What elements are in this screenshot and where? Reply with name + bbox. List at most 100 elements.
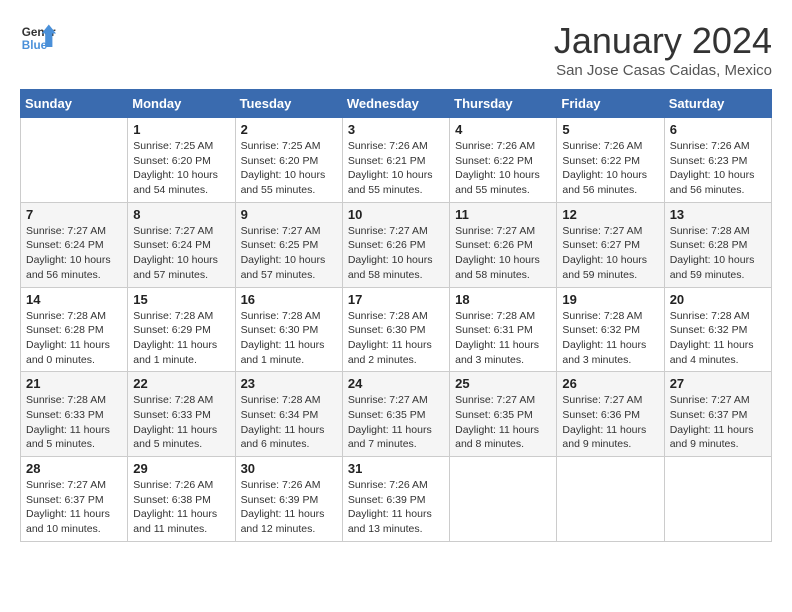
day-number: 8	[133, 207, 229, 222]
day-info: Sunrise: 7:28 AMSunset: 6:34 PMDaylight:…	[241, 393, 337, 452]
calendar-cell: 27Sunrise: 7:27 AMSunset: 6:37 PMDayligh…	[664, 372, 771, 457]
calendar-cell: 2 Sunrise: 7:25 AMSunset: 6:20 PMDaylight…	[235, 118, 342, 203]
day-info: Sunrise: 7:27 AMSunset: 6:37 PMDaylight:…	[670, 393, 766, 452]
svg-text:Blue: Blue	[22, 39, 48, 52]
day-info: Sunrise: 7:28 AMSunset: 6:33 PMDaylight:…	[133, 393, 229, 452]
logo-icon: General Blue	[20, 20, 56, 56]
day-number: 20	[670, 292, 766, 307]
calendar-cell: 9 Sunrise: 7:27 AMSunset: 6:25 PMDaylight…	[235, 202, 342, 287]
day-info: Sunrise: 7:26 AMSunset: 6:23 PMDaylight:…	[670, 139, 766, 198]
calendar-cell: 17 Sunrise: 7:28 AMSunset: 6:30 PMDayligh…	[342, 287, 449, 372]
day-number: 6	[670, 122, 766, 137]
day-info: Sunrise: 7:27 AMSunset: 6:24 PMDaylight:…	[133, 224, 229, 283]
day-number: 7	[26, 207, 122, 222]
week-row-1: 1Sunrise: 7:25 AMSunset: 6:20 PMDaylight…	[21, 118, 772, 203]
calendar-cell: 5Sunrise: 7:26 AMSunset: 6:22 PMDaylight…	[557, 118, 664, 203]
calendar-cell: 31 Sunrise: 7:26 AMSunset: 6:39 PMDayligh…	[342, 457, 449, 542]
calendar-cell: 12 Sunrise: 7:27 AMSunset: 6:27 PMDayligh…	[557, 202, 664, 287]
day-info: Sunrise: 7:27 AMSunset: 6:24 PMDaylight:…	[26, 224, 122, 283]
header-thursday: Thursday	[450, 90, 557, 118]
calendar-cell: 21 Sunrise: 7:28 AMSunset: 6:33 PMDayligh…	[21, 372, 128, 457]
header-saturday: Saturday	[664, 90, 771, 118]
header-wednesday: Wednesday	[342, 90, 449, 118]
week-row-5: 28 Sunrise: 7:27 AMSunset: 6:37 PMDayligh…	[21, 457, 772, 542]
day-info: Sunrise: 7:27 AMSunset: 6:35 PMDaylight:…	[348, 393, 444, 452]
day-number: 5	[562, 122, 658, 137]
day-number: 4	[455, 122, 551, 137]
calendar-cell: 3 Sunrise: 7:26 AMSunset: 6:21 PMDaylight…	[342, 118, 449, 203]
calendar-cell: 7 Sunrise: 7:27 AMSunset: 6:24 PMDaylight…	[21, 202, 128, 287]
day-number: 24	[348, 376, 444, 391]
day-info: Sunrise: 7:27 AMSunset: 6:36 PMDaylight:…	[562, 393, 658, 452]
calendar-cell	[21, 118, 128, 203]
calendar-cell	[450, 457, 557, 542]
day-info: Sunrise: 7:25 AMSunset: 6:20 PMDaylight:…	[241, 139, 337, 198]
day-info: Sunrise: 7:28 AMSunset: 6:30 PMDaylight:…	[241, 309, 337, 368]
logo: General Blue	[20, 20, 56, 56]
day-number: 26	[562, 376, 658, 391]
day-number: 23	[241, 376, 337, 391]
day-number: 18	[455, 292, 551, 307]
day-number: 12	[562, 207, 658, 222]
day-info: Sunrise: 7:28 AMSunset: 6:32 PMDaylight:…	[562, 309, 658, 368]
day-number: 31	[348, 461, 444, 476]
day-number: 19	[562, 292, 658, 307]
day-number: 21	[26, 376, 122, 391]
day-number: 13	[670, 207, 766, 222]
day-info: Sunrise: 7:28 AMSunset: 6:33 PMDaylight:…	[26, 393, 122, 452]
day-number: 9	[241, 207, 337, 222]
header-sunday: Sunday	[21, 90, 128, 118]
calendar-cell: 30Sunrise: 7:26 AMSunset: 6:39 PMDayligh…	[235, 457, 342, 542]
day-number: 29	[133, 461, 229, 476]
header-friday: Friday	[557, 90, 664, 118]
calendar-cell: 26 Sunrise: 7:27 AMSunset: 6:36 PMDayligh…	[557, 372, 664, 457]
week-row-3: 14Sunrise: 7:28 AMSunset: 6:28 PMDayligh…	[21, 287, 772, 372]
day-number: 25	[455, 376, 551, 391]
calendar-cell: 22 Sunrise: 7:28 AMSunset: 6:33 PMDayligh…	[128, 372, 235, 457]
day-info: Sunrise: 7:28 AMSunset: 6:31 PMDaylight:…	[455, 309, 551, 368]
day-info: Sunrise: 7:26 AMSunset: 6:38 PMDaylight:…	[133, 478, 229, 537]
day-info: Sunrise: 7:25 AMSunset: 6:20 PMDaylight:…	[133, 139, 229, 198]
day-info: Sunrise: 7:26 AMSunset: 6:39 PMDaylight:…	[348, 478, 444, 537]
day-number: 22	[133, 376, 229, 391]
day-info: Sunrise: 7:28 AMSunset: 6:29 PMDaylight:…	[133, 309, 229, 368]
calendar-cell: 23 Sunrise: 7:28 AMSunset: 6:34 PMDayligh…	[235, 372, 342, 457]
calendar-cell: 28 Sunrise: 7:27 AMSunset: 6:37 PMDayligh…	[21, 457, 128, 542]
day-info: Sunrise: 7:27 AMSunset: 6:37 PMDaylight:…	[26, 478, 122, 537]
week-row-4: 21 Sunrise: 7:28 AMSunset: 6:33 PMDayligh…	[21, 372, 772, 457]
day-number: 28	[26, 461, 122, 476]
day-info: Sunrise: 7:27 AMSunset: 6:26 PMDaylight:…	[348, 224, 444, 283]
calendar-cell: 4Sunrise: 7:26 AMSunset: 6:22 PMDaylight…	[450, 118, 557, 203]
day-number: 2	[241, 122, 337, 137]
calendar-table: SundayMondayTuesdayWednesdayThursdayFrid…	[20, 89, 772, 542]
day-number: 14	[26, 292, 122, 307]
day-number: 17	[348, 292, 444, 307]
calendar-cell: 29 Sunrise: 7:26 AMSunset: 6:38 PMDayligh…	[128, 457, 235, 542]
day-number: 16	[241, 292, 337, 307]
day-info: Sunrise: 7:28 AMSunset: 6:28 PMDaylight:…	[670, 224, 766, 283]
day-info: Sunrise: 7:28 AMSunset: 6:32 PMDaylight:…	[670, 309, 766, 368]
title-section: January 2024 San Jose Casas Caidas, Mexi…	[554, 20, 772, 79]
location: San Jose Casas Caidas, Mexico	[554, 62, 772, 79]
calendar-cell: 18 Sunrise: 7:28 AMSunset: 6:31 PMDayligh…	[450, 287, 557, 372]
day-number: 11	[455, 207, 551, 222]
day-info: Sunrise: 7:27 AMSunset: 6:25 PMDaylight:…	[241, 224, 337, 283]
month-title: January 2024	[554, 20, 772, 62]
calendar-cell: 1Sunrise: 7:25 AMSunset: 6:20 PMDaylight…	[128, 118, 235, 203]
calendar-cell: 13 Sunrise: 7:28 AMSunset: 6:28 PMDayligh…	[664, 202, 771, 287]
day-number: 10	[348, 207, 444, 222]
day-info: Sunrise: 7:26 AMSunset: 6:21 PMDaylight:…	[348, 139, 444, 198]
day-number: 3	[348, 122, 444, 137]
day-number: 30	[241, 461, 337, 476]
calendar-cell	[664, 457, 771, 542]
calendar-cell: 11Sunrise: 7:27 AMSunset: 6:26 PMDayligh…	[450, 202, 557, 287]
day-info: Sunrise: 7:28 AMSunset: 6:30 PMDaylight:…	[348, 309, 444, 368]
calendar-cell: 16 Sunrise: 7:28 AMSunset: 6:30 PMDayligh…	[235, 287, 342, 372]
day-number: 15	[133, 292, 229, 307]
week-row-2: 7 Sunrise: 7:27 AMSunset: 6:24 PMDaylight…	[21, 202, 772, 287]
header-row: SundayMondayTuesdayWednesdayThursdayFrid…	[21, 90, 772, 118]
day-info: Sunrise: 7:27 AMSunset: 6:27 PMDaylight:…	[562, 224, 658, 283]
calendar-cell: 24 Sunrise: 7:27 AMSunset: 6:35 PMDayligh…	[342, 372, 449, 457]
calendar-cell: 8 Sunrise: 7:27 AMSunset: 6:24 PMDaylight…	[128, 202, 235, 287]
calendar-cell: 20 Sunrise: 7:28 AMSunset: 6:32 PMDayligh…	[664, 287, 771, 372]
